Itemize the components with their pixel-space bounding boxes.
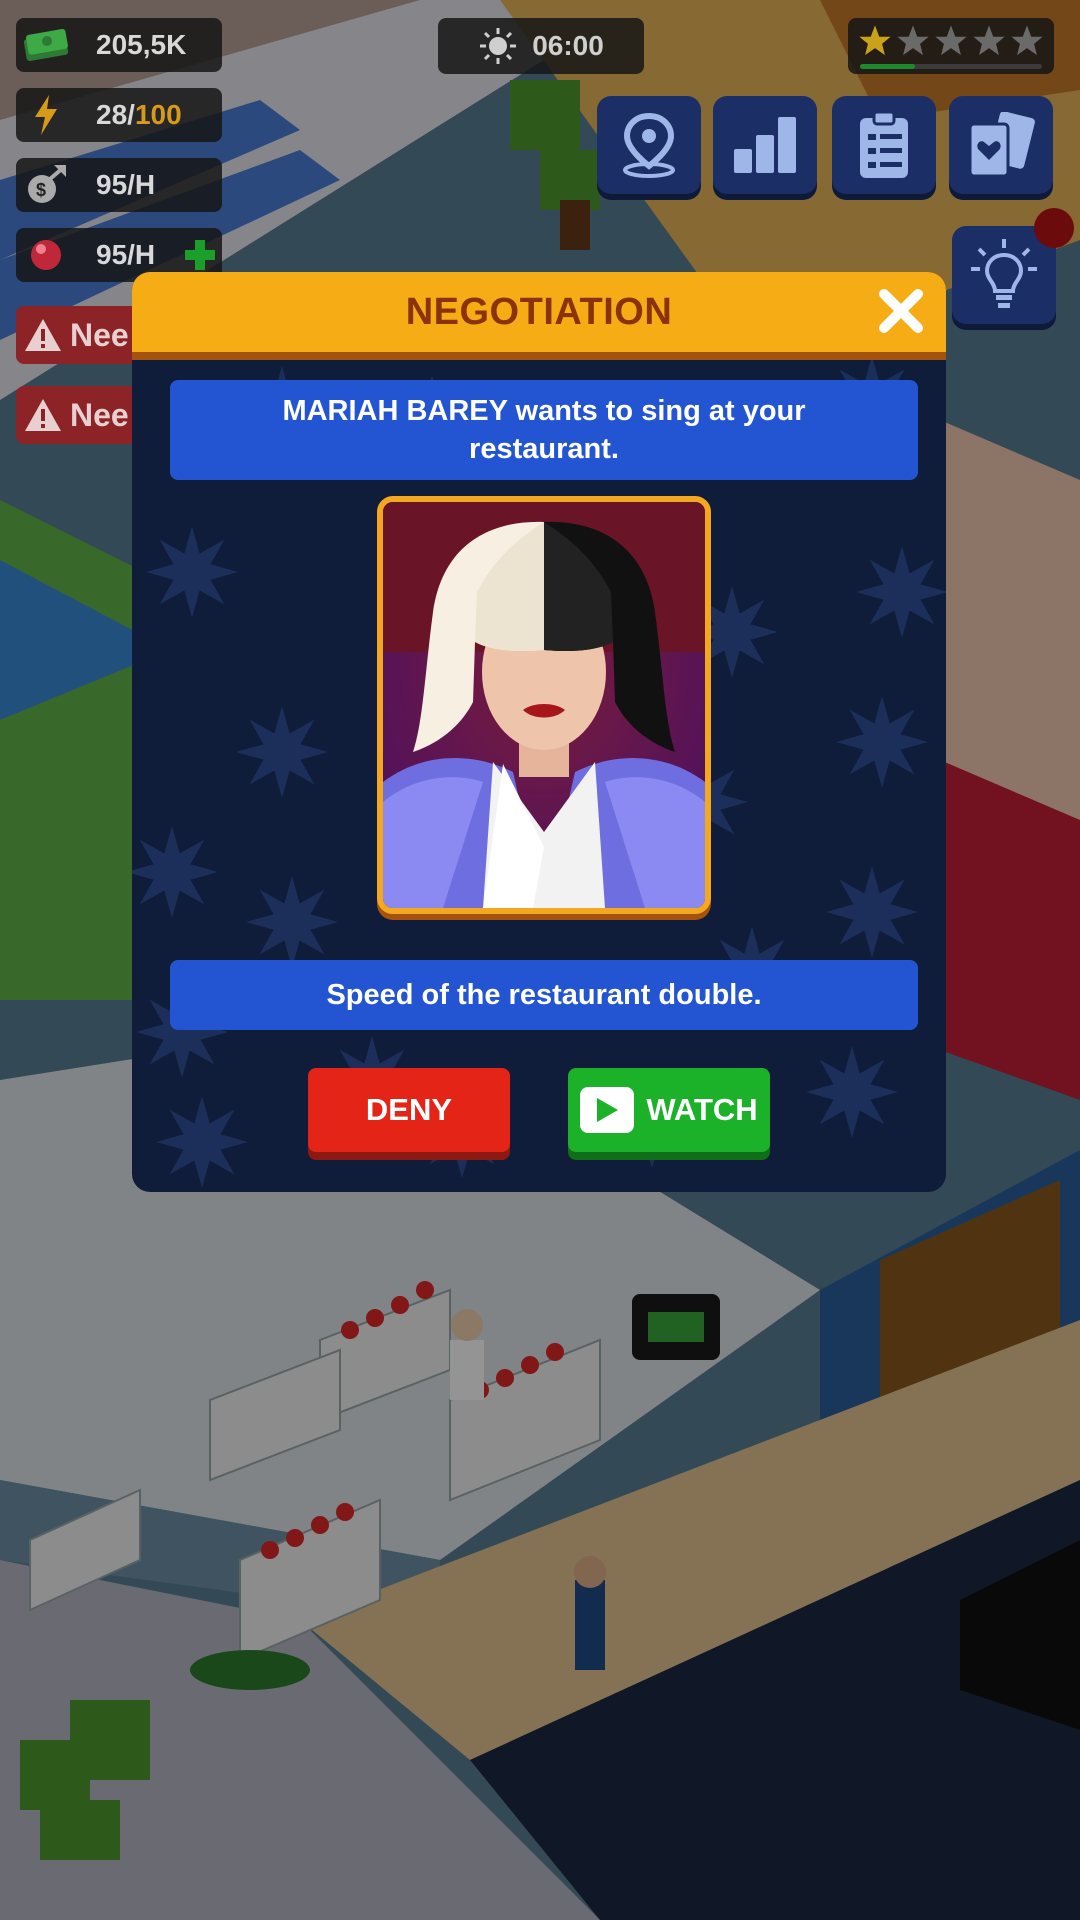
watch-button[interactable]: WATCH — [568, 1068, 770, 1152]
cash-icon — [16, 18, 76, 72]
restaurant-rating — [848, 18, 1054, 74]
deny-button[interactable]: DENY — [308, 1068, 510, 1152]
cards-button[interactable] — [949, 96, 1053, 194]
decorative-star — [836, 696, 928, 788]
dialog-header: NEGOTIATION — [132, 272, 946, 360]
decorative-star — [146, 526, 238, 618]
effect-message: Speed of the restaurant double. — [170, 960, 918, 1030]
negotiation-dialog: NEGOTIATION MARIAH BAREY wants to sing a… — [132, 272, 946, 1192]
star-icon — [935, 25, 967, 56]
warning-badge[interactable]: Nee — [16, 386, 146, 444]
deny-label: DENY — [365, 1092, 453, 1127]
decorative-star — [806, 1046, 898, 1138]
notification-dot — [1034, 208, 1074, 248]
lightning-icon — [16, 88, 76, 142]
clock-time: 06:00 — [532, 30, 604, 61]
watch-label: WATCH — [646, 1092, 758, 1127]
rating-progress-fill — [860, 64, 915, 69]
stats-button[interactable] — [713, 96, 817, 194]
decorative-star — [156, 1096, 248, 1188]
ruby-icon — [16, 228, 76, 282]
warning-text: Nee — [70, 316, 129, 353]
energy-max: 100 — [134, 99, 182, 130]
warning-badge[interactable]: Nee — [16, 306, 146, 364]
energy-current: 28/ — [96, 99, 135, 130]
decorative-star — [246, 876, 338, 968]
star-icon — [1011, 25, 1043, 56]
play-icon — [580, 1087, 635, 1133]
money-value: 205,5K — [96, 29, 187, 60]
energy-counter: 28/100 — [16, 88, 222, 142]
decorative-star — [856, 546, 946, 638]
dialog-title: NEGOTIATION — [405, 290, 673, 333]
decorative-star — [826, 866, 918, 958]
singer-avatar-image — [383, 502, 705, 908]
clipboard-icon — [860, 110, 908, 178]
money-counter: 205,5K — [16, 18, 222, 72]
cards-icon — [968, 112, 1035, 178]
gem-rate: 95/H — [96, 239, 156, 270]
plus-icon[interactable] — [182, 237, 218, 273]
warning-icon — [16, 308, 70, 362]
offer-text: MARIAH BAREY wants to sing at your resta… — [282, 395, 806, 465]
stats-icon — [734, 117, 796, 173]
lightbulb-icon — [971, 239, 1037, 308]
decorative-star — [132, 826, 218, 918]
rating-stars — [858, 24, 1044, 58]
svg-text:$: $ — [36, 180, 46, 200]
singer-portrait — [377, 496, 711, 914]
rating-progress-bar — [860, 64, 1042, 69]
income-rate: 95/H — [96, 169, 156, 200]
offer-message: MARIAH BAREY wants to sing at your resta… — [170, 380, 918, 480]
warning-text: Nee — [70, 396, 129, 433]
star-icon — [897, 25, 929, 56]
sun-icon — [480, 28, 517, 64]
income-counter: $ 95/H — [16, 158, 222, 212]
warning-icon — [16, 388, 70, 442]
decorative-star — [236, 706, 328, 798]
tasks-button[interactable] — [832, 96, 936, 194]
star-icon — [973, 25, 1005, 56]
map-pin-icon — [623, 112, 675, 178]
money-bag-arrow-icon: $ — [16, 158, 76, 212]
star-icon — [859, 25, 891, 56]
effect-text: Speed of the restaurant double. — [326, 979, 762, 1011]
close-icon[interactable] — [876, 286, 926, 336]
map-button[interactable] — [597, 96, 701, 194]
clock-display: 06:00 — [438, 18, 644, 74]
